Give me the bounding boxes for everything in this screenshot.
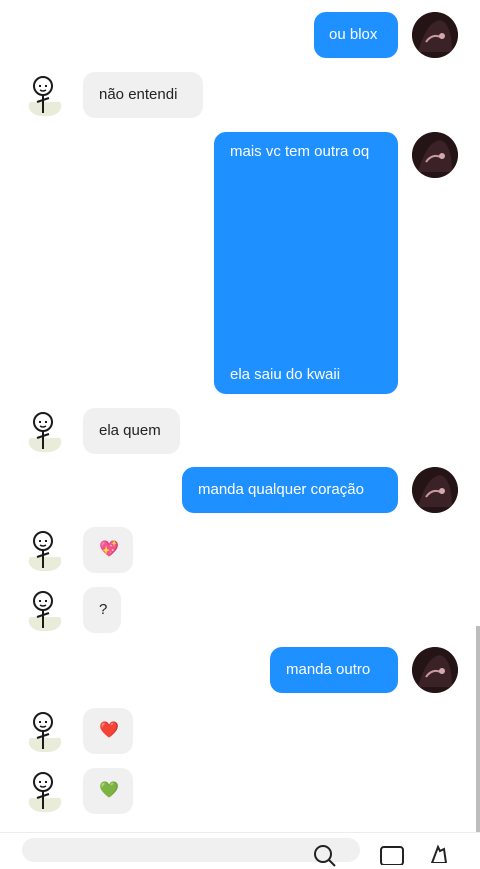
message-bubble-incoming[interactable]: 💖 (83, 527, 133, 573)
avatar[interactable] (22, 708, 68, 754)
avatar-image (412, 12, 458, 58)
avatar[interactable] (22, 768, 68, 814)
message-text: ela quem (99, 422, 161, 439)
green-heart-emoji: 💚 (99, 780, 119, 799)
message-text: ou blox (329, 26, 378, 43)
message-bubble-outgoing[interactable]: manda qualquer coração (182, 467, 398, 513)
message-bubble-outgoing[interactable]: manda outro (270, 647, 398, 693)
avatar-image (22, 72, 68, 118)
like-icon[interactable] (428, 843, 452, 863)
avatar[interactable] (22, 72, 68, 118)
sparkling-heart-emoji: 💖 (99, 539, 119, 558)
avatar-image (22, 527, 68, 573)
message-bubble-incoming[interactable]: 💚 (83, 768, 133, 814)
avatar-image (22, 408, 68, 454)
composer-bar (0, 832, 480, 867)
avatar[interactable] (412, 12, 458, 58)
message-text: manda outro (286, 661, 371, 678)
message-input[interactable] (22, 838, 360, 867)
avatar-image (412, 467, 458, 513)
message-bubble-incoming[interactable]: ? (83, 587, 121, 633)
message-bubble-incoming[interactable]: não entendi (83, 72, 203, 118)
avatar-image (22, 768, 68, 814)
avatar[interactable] (412, 467, 458, 513)
message-text: manda qualquer coração (198, 481, 364, 498)
scrollbar[interactable] (476, 626, 480, 832)
avatar[interactable] (412, 647, 458, 693)
search-icon[interactable] (312, 843, 338, 869)
avatar[interactable] (22, 587, 68, 633)
red-heart-emoji: ❤️ (99, 720, 119, 739)
message-bubble-incoming[interactable]: ❤️ (83, 708, 133, 754)
avatar[interactable] (412, 132, 458, 178)
message-text: ? (99, 601, 108, 618)
avatar[interactable] (22, 527, 68, 573)
avatar-image (412, 132, 458, 178)
image-icon[interactable] (380, 845, 406, 865)
message-bubble-outgoing[interactable]: mais vc tem outra oq ela saiu do kwaii (214, 132, 398, 394)
message-bubble-incoming[interactable]: ela quem (83, 408, 180, 454)
message-text: mais vc tem outra oq (230, 143, 370, 160)
avatar[interactable] (22, 408, 68, 454)
message-text-line-2: ela saiu do kwaii (230, 366, 341, 383)
avatar-image (412, 647, 458, 693)
avatar-image (22, 587, 68, 633)
avatar-image (22, 708, 68, 754)
message-bubble-outgoing[interactable]: ou blox (314, 12, 398, 58)
message-text: não entendi (99, 86, 178, 103)
